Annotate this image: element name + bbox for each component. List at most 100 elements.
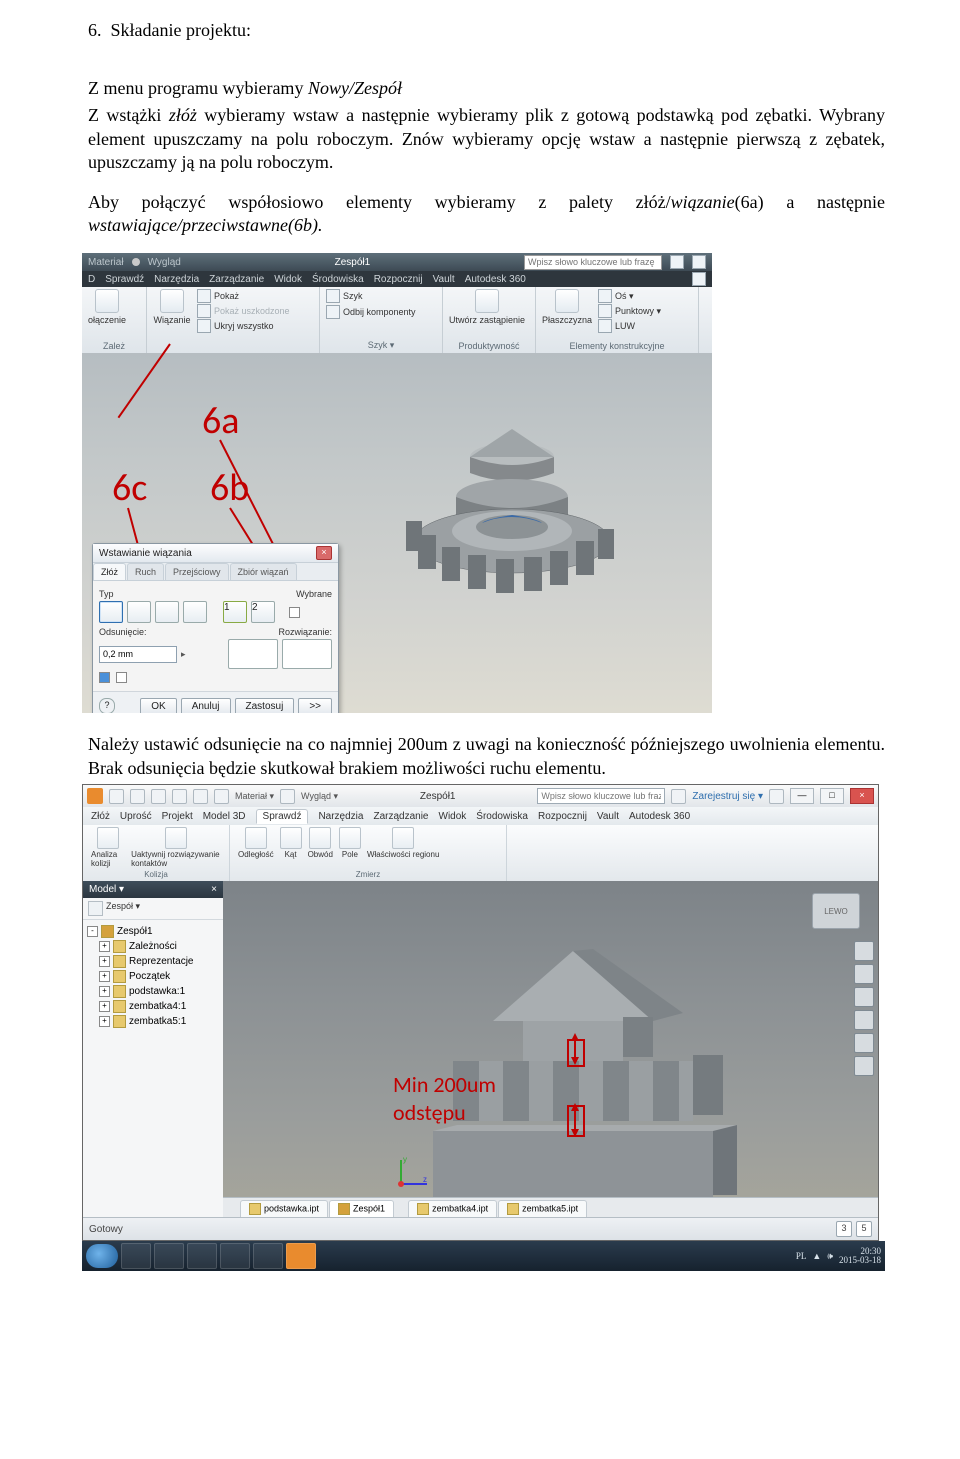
paragraph-4: Należy ustawić odsunięcie na co najmniej… xyxy=(88,733,885,780)
status-bar: Gotowy 3 5 xyxy=(83,1217,878,1240)
solution-aligned-icon[interactable] xyxy=(282,639,332,669)
app-logo-icon xyxy=(87,788,103,804)
screenshot-inventor-full: Materiał ▾ Wygląd ▾ Zespół1 Zarejestruj … xyxy=(82,784,879,1241)
viewport[interactable]: LEWO xyxy=(223,881,878,1218)
ribbon-collapse-icon[interactable] xyxy=(692,272,706,286)
ribbon-substitute-button[interactable]: Utwórz zastąpienie xyxy=(449,289,525,325)
offset-label-1: Min 200um xyxy=(393,1071,496,1098)
offset-label-2: odstępu xyxy=(393,1099,466,1126)
search-input[interactable] xyxy=(537,788,665,804)
maximize-button[interactable]: □ xyxy=(820,788,844,804)
close-button[interactable]: × xyxy=(850,788,874,804)
tree-item[interactable]: +Reprezentacje xyxy=(87,954,219,969)
gear-model xyxy=(382,423,642,623)
show-icon xyxy=(197,289,211,303)
ribbon: Analiza kolizji Uaktywnij rozwiązywanie … xyxy=(83,825,878,882)
ok-button[interactable]: OK xyxy=(140,698,176,713)
ribbon-plane-button[interactable]: Płaszczyzna xyxy=(542,289,592,325)
measure-distance-button[interactable]: Odległość xyxy=(238,827,274,859)
constraint-dialog: Wstawianie wiązania × Złóż Ruch Przejści… xyxy=(92,543,339,713)
doc-tab[interactable]: Zespół1 xyxy=(329,1200,394,1217)
qat-icon[interactable] xyxy=(109,789,124,804)
screenshot-assembly-ribbon: Materiał Wygląd Zespół1 D Sprawdź Narzęd… xyxy=(82,253,712,713)
tabs-menu-icon[interactable] xyxy=(227,1202,239,1214)
activate-contacts-button[interactable]: Uaktywnij rozwiązywanie kontaktów xyxy=(131,827,221,868)
type-angle-icon[interactable] xyxy=(127,601,151,623)
help-icon[interactable]: ? xyxy=(99,698,115,713)
ribbon-tabs: D Sprawdź Narzędzia Zarządzanie Widok Śr… xyxy=(82,271,712,287)
type-mate-icon[interactable] xyxy=(99,601,123,623)
nav-pan-icon[interactable] xyxy=(854,987,874,1007)
tree-item[interactable]: +zembatka4:1 xyxy=(87,999,219,1014)
ribbon-join-button[interactable]: ołączenie xyxy=(88,289,126,325)
nav-orbit-icon[interactable] xyxy=(854,964,874,984)
svg-text:z: z xyxy=(423,1175,427,1184)
type-tangent-icon[interactable] xyxy=(155,601,179,623)
nav-bar xyxy=(854,941,874,1076)
search-icon[interactable] xyxy=(670,255,684,269)
pager[interactable]: 3 xyxy=(836,1221,852,1237)
tree-root[interactable]: -Zespół1 xyxy=(87,924,219,939)
checkbox-pick[interactable] xyxy=(289,607,300,618)
mirror-icon xyxy=(326,305,340,319)
doc-tab[interactable]: zembatka4.ipt xyxy=(408,1200,497,1217)
dialog-tabs: Złóż Ruch Przejściowy Zbiór wiązań xyxy=(93,563,338,581)
ribbon-tabs: Złóż Uprość Projekt Model 3D Sprawdź Nar… xyxy=(83,807,878,826)
close-icon[interactable]: × xyxy=(316,546,332,560)
dialog-title: Wstawianie wiązania xyxy=(99,548,192,559)
tree-item[interactable]: +zembatka5:1 xyxy=(87,1014,219,1029)
minimize-button[interactable]: — xyxy=(790,788,814,804)
system-tray[interactable]: PL ▲ 🕪 20:30 2015-03-18 xyxy=(796,1247,881,1265)
pager[interactable]: 5 xyxy=(856,1221,872,1237)
annotation-6c: 6c xyxy=(112,465,147,511)
start-button[interactable] xyxy=(86,1244,118,1268)
window-titlebar: Materiał ▾ Wygląd ▾ Zespół1 Zarejestruj … xyxy=(83,785,878,808)
windows-taskbar: PL ▲ 🕪 20:30 2015-03-18 xyxy=(82,1241,885,1271)
search-icon[interactable] xyxy=(671,789,686,804)
doc-tab[interactable]: podstawka.ipt xyxy=(240,1200,328,1217)
signin-link[interactable]: Zarejestruj się ▾ xyxy=(692,791,763,802)
paragraph-2: Z wstążki złóż wybieramy wstaw a następn… xyxy=(88,104,885,174)
tree-item[interactable]: +Zależności xyxy=(87,939,219,954)
nav-home-icon[interactable] xyxy=(854,941,874,961)
axis-icon xyxy=(598,289,612,303)
ribbon: ołączenie Zależ Wiązanie Pokaż Pokaż usz… xyxy=(82,287,712,354)
annotation-6a: 6a xyxy=(202,398,239,444)
select-1-icon[interactable]: 1 xyxy=(223,601,247,623)
tree-item[interactable]: +Początek xyxy=(87,969,219,984)
filter-icon[interactable] xyxy=(88,901,103,916)
offset-input[interactable] xyxy=(99,646,177,663)
document-tabs: podstawka.ipt Zespół1 zembatka4.ipt zemb… xyxy=(223,1197,878,1218)
ucs-icon xyxy=(598,319,612,333)
tray-icon[interactable]: 🕪 xyxy=(827,1251,833,1262)
tree-item[interactable]: +podstawka:1 xyxy=(87,984,219,999)
paragraph-3: Aby połączyć współosiowo elementy wybier… xyxy=(88,191,885,238)
paragraph-1: Z menu programu wybieramy Nowy/Zespół xyxy=(88,77,885,100)
solution-opposed-icon[interactable] xyxy=(228,639,278,669)
ribbon-constrain-button[interactable]: Wiązanie xyxy=(153,289,191,325)
offset-arrows xyxy=(563,1031,589,1141)
browser-close-icon[interactable]: × xyxy=(211,884,217,895)
checkbox-1[interactable] xyxy=(99,672,110,683)
tab-dropdown-icon[interactable] xyxy=(395,1202,407,1214)
hide-all-icon xyxy=(197,319,211,333)
checkbox-2[interactable] xyxy=(116,672,127,683)
help-icon[interactable] xyxy=(769,789,784,804)
search-input[interactable] xyxy=(524,255,662,270)
apply-button[interactable]: Zastosuj xyxy=(235,698,295,713)
help-icon[interactable] xyxy=(692,255,706,269)
menu-first[interactable]: D xyxy=(88,274,95,285)
pattern-icon xyxy=(326,289,340,303)
select-2-icon[interactable]: 2 xyxy=(251,601,275,623)
model-browser: Model ▾× Zespół ▾ -Zespół1 +Zależności +… xyxy=(83,881,224,1218)
cancel-button[interactable]: Anuluj xyxy=(181,698,231,713)
nav-zoom-icon[interactable] xyxy=(854,1010,874,1030)
more-button[interactable]: >> xyxy=(298,698,332,713)
collision-analysis-button[interactable]: Analiza kolizji xyxy=(91,827,125,868)
doc-tab[interactable]: zembatka5.ipt xyxy=(498,1200,587,1217)
window-titlebar: Materiał Wygląd Zespół1 xyxy=(82,253,712,271)
type-insert-icon[interactable] xyxy=(183,601,207,623)
viewcube[interactable]: LEWO xyxy=(812,893,860,929)
point-icon xyxy=(598,304,612,318)
taskbar-app-icon[interactable] xyxy=(121,1243,151,1269)
